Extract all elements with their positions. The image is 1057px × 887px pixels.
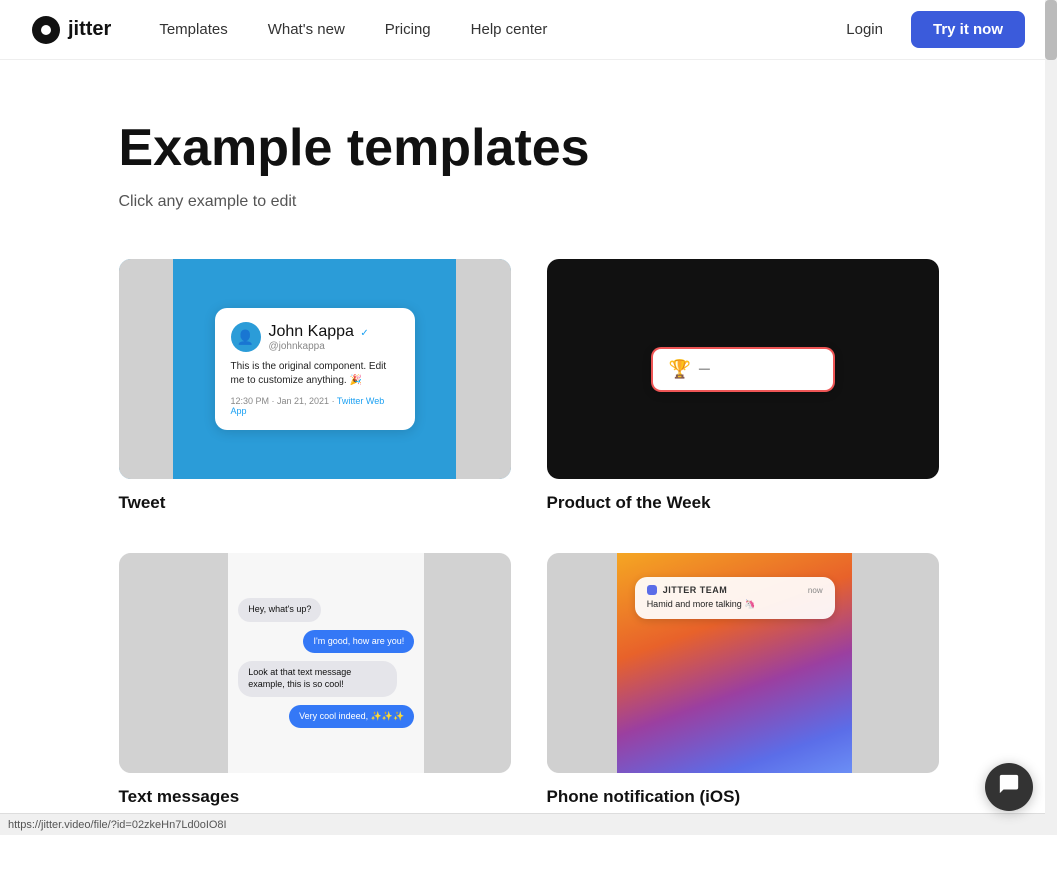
phone-notification: Jitter Team now Hamid and more talking 🦄 bbox=[635, 577, 835, 619]
nav-link-whats-new[interactable]: What's new bbox=[252, 13, 361, 46]
login-button[interactable]: Login bbox=[834, 13, 895, 46]
phone-side-left bbox=[547, 553, 618, 773]
tweet-name-block: John Kappa ✓ @johnkappa bbox=[269, 323, 369, 352]
phone-screen: Jitter Team now Hamid and more talking 🦄 bbox=[617, 553, 852, 773]
tweet-card: 👤 John Kappa ✓ @johnkappa This is the or… bbox=[215, 308, 415, 430]
msg-bubble-1: I'm good, how are you! bbox=[303, 630, 414, 654]
potw-text: — bbox=[699, 363, 710, 375]
template-label-phone: Phone notification (iOS) bbox=[547, 787, 939, 807]
status-url: https://jitter.video/file/?id=02zkeHn7Ld… bbox=[8, 819, 227, 831]
page-title: Example templates bbox=[119, 120, 939, 177]
try-it-now-button[interactable]: Try it now bbox=[911, 11, 1025, 48]
phone-notif-body: Hamid and more talking 🦄 bbox=[647, 599, 823, 611]
main-content: Example templates Click any example to e… bbox=[79, 60, 979, 887]
template-thumb-potw: 🏆 — bbox=[547, 259, 939, 479]
messages-side-left bbox=[119, 553, 229, 773]
template-card-phone[interactable]: Jitter Team now Hamid and more talking 🦄… bbox=[547, 553, 939, 807]
logo-icon bbox=[32, 16, 60, 44]
template-label-messages: Text messages bbox=[119, 787, 511, 807]
navbar: jitter Templates What's new Pricing Help… bbox=[0, 0, 1057, 60]
tweet-body: This is the original component. Edit me … bbox=[231, 360, 399, 388]
template-thumb-tweet: 👤 John Kappa ✓ @johnkappa This is the or… bbox=[119, 259, 511, 479]
nav-right: Login Try it now bbox=[834, 11, 1025, 48]
nav-link-templates[interactable]: Templates bbox=[143, 13, 243, 46]
phone-notif-app: Jitter Team bbox=[663, 585, 728, 595]
messages-center: Hey, what's up? I'm good, how are you! L… bbox=[228, 553, 424, 773]
templates-grid: 👤 John Kappa ✓ @johnkappa This is the or… bbox=[119, 259, 939, 807]
tweet-side-left bbox=[119, 259, 174, 479]
potw-emoji: 🏆 bbox=[669, 359, 691, 380]
template-thumb-messages: Hey, what's up? I'm good, how are you! L… bbox=[119, 553, 511, 773]
logo[interactable]: jitter bbox=[32, 16, 111, 44]
page-subtitle: Click any example to edit bbox=[119, 193, 939, 211]
tweet-side-right bbox=[456, 259, 511, 479]
scrollbar[interactable] bbox=[1045, 0, 1057, 835]
phone-notif-time: now bbox=[808, 586, 823, 595]
chat-widget[interactable] bbox=[985, 763, 1033, 811]
msg-bubble-0: Hey, what's up? bbox=[238, 598, 321, 622]
phone-notif-header: Jitter Team now bbox=[647, 585, 823, 595]
status-bar: https://jitter.video/file/?id=02zkeHn7Ld… bbox=[0, 813, 1045, 835]
nav-links: Templates What's new Pricing Help center bbox=[143, 13, 834, 46]
chat-icon bbox=[998, 773, 1020, 801]
tweet-header: 👤 John Kappa ✓ @johnkappa bbox=[231, 322, 399, 352]
logo-text: jitter bbox=[68, 18, 111, 41]
template-label-potw: Product of the Week bbox=[547, 493, 939, 513]
tweet-name: John Kappa ✓ bbox=[269, 323, 369, 341]
template-thumb-phone: Jitter Team now Hamid and more talking 🦄 bbox=[547, 553, 939, 773]
template-label-tweet: Tweet bbox=[119, 493, 511, 513]
phone-side-right bbox=[852, 553, 938, 773]
template-card-potw[interactable]: 🏆 — Product of the Week bbox=[547, 259, 939, 513]
tweet-verified-icon: ✓ bbox=[360, 328, 368, 339]
tweet-avatar: 👤 bbox=[231, 322, 261, 352]
tweet-handle: @johnkappa bbox=[269, 341, 369, 352]
template-card-messages[interactable]: Hey, what's up? I'm good, how are you! L… bbox=[119, 553, 511, 807]
template-card-tweet[interactable]: 👤 John Kappa ✓ @johnkappa This is the or… bbox=[119, 259, 511, 513]
scrollbar-thumb[interactable] bbox=[1045, 0, 1057, 60]
messages-side-right bbox=[424, 553, 510, 773]
msg-bubble-3: Very cool indeed, ✨✨✨ bbox=[289, 705, 414, 729]
tweet-meta: 12:30 PM · Jan 21, 2021 · Twitter Web Ap… bbox=[231, 396, 399, 416]
nav-link-pricing[interactable]: Pricing bbox=[369, 13, 447, 46]
msg-bubble-2: Look at that text message example, this … bbox=[238, 661, 396, 696]
potw-card: 🏆 — bbox=[653, 349, 833, 390]
tweet-source-link[interactable]: Twitter Web App bbox=[231, 396, 385, 416]
phone-notif-dot bbox=[647, 585, 657, 595]
nav-link-help-center[interactable]: Help center bbox=[455, 13, 564, 46]
